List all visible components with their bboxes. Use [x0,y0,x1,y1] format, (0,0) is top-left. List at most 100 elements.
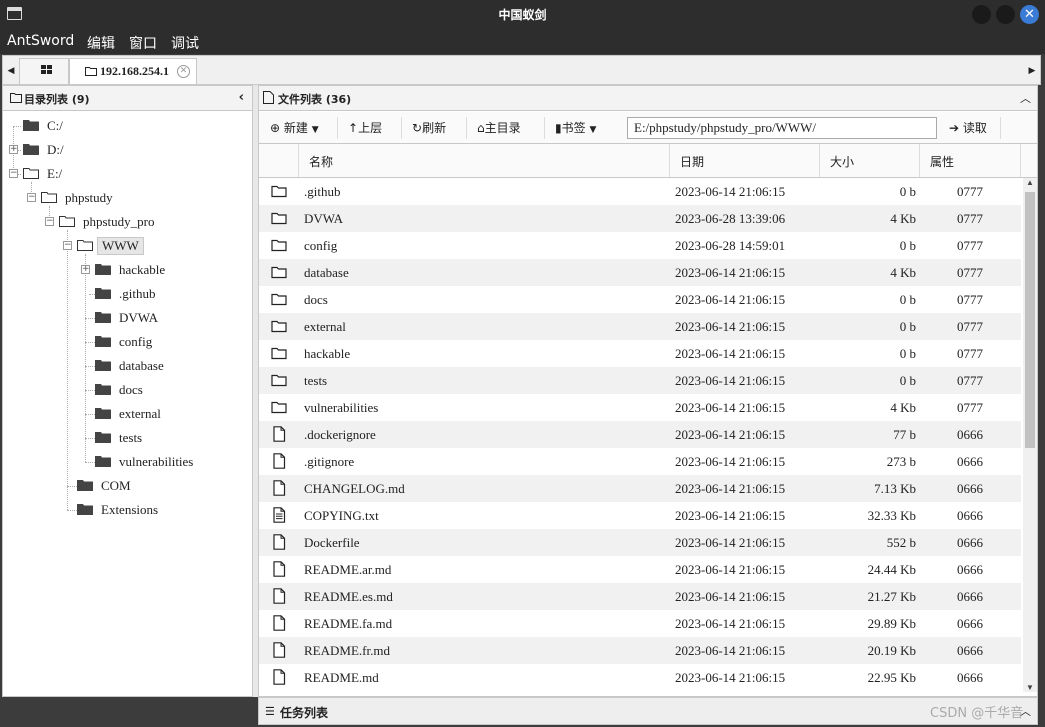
file-name: README.fr.md [304,643,390,658]
column-header-date[interactable]: 日期 [670,144,820,177]
file-icon [273,642,286,658]
table-row[interactable]: README.md 2023-06-14 21:06:15 22.95 Kb 0666 [259,664,1021,691]
tree-item-phpstudy[interactable]: − phpstudy [3,188,252,208]
new-button-label: 新建 [283,121,308,135]
tree-item-vulnerabilities[interactable]: vulnerabilities [3,452,252,472]
maximize-button[interactable] [996,5,1015,24]
tree-item-hackable[interactable]: + hackable [3,260,252,280]
grid-icon [41,65,53,76]
scroll-up-icon[interactable]: ▲ [1026,178,1034,187]
read-button[interactable]: ➔ 读取 [949,119,987,136]
collapse-icon[interactable]: − [45,217,54,226]
collapse-icon[interactable]: − [9,169,18,178]
tab-home[interactable] [19,58,69,84]
tree-item-d[interactable]: + D:/ [3,140,252,160]
tree-item-label: COM [101,478,131,493]
collapse-icon[interactable]: − [63,241,72,250]
tab-scroll-left-button[interactable]: ◀ [3,56,19,84]
refresh-button[interactable]: ↻刷新 [412,119,446,136]
tree-item-phpstudy-pro[interactable]: − phpstudy_pro [3,212,252,232]
tree-item-external[interactable]: external [3,404,252,424]
home-button-label: 主目录 [484,121,521,135]
collapse-icon[interactable]: − [27,193,36,202]
file-name: .github [304,184,341,199]
table-row[interactable]: README.fa.md 2023-06-14 21:06:15 29.89 Kb 0… [259,610,1021,637]
file-size: 7.13 Kb [874,481,916,496]
file-icon [273,615,286,631]
scroll-down-icon[interactable]: ▼ [1026,683,1034,692]
tree-item-www[interactable]: − WWW [3,236,252,256]
tab-scroll-right-button[interactable]: ▶ [1024,56,1040,84]
table-row[interactable]: docs 2023-06-14 21:06:15 0 b 0777 [259,286,1021,313]
folder-icon [95,432,111,443]
tree-item-label-selected: WWW [97,237,144,255]
new-button[interactable]: ⊕ 新建 ▼ [270,119,319,136]
table-row[interactable]: vulnerabilities 2023-06-14 21:06:15 4 Kb 07… [259,394,1021,421]
table-row[interactable]: database 2023-06-14 21:06:15 4 Kb 0777 [259,259,1021,286]
tree-item-database[interactable]: database [3,356,252,376]
table-row[interactable]: config 2023-06-28 14:59:01 0 b 0777 [259,232,1021,259]
table-row[interactable]: .github 2023-06-14 21:06:15 0 b 0777 [259,178,1021,205]
tree-item-e[interactable]: − E:/ [3,164,252,184]
file-icon [263,91,274,104]
directory-panel-header: 目录列表 (9) ‹ [3,86,252,111]
tree-item-docs[interactable]: docs [3,380,252,400]
table-row[interactable]: external 2023-06-14 21:06:15 0 b 0777 [259,313,1021,340]
file-attr: 0777 [957,238,983,253]
file-attr: 0777 [957,265,983,280]
close-button[interactable]: ✕ [1020,5,1039,24]
menu-debug[interactable]: 调试 [171,33,199,53]
minimize-button[interactable] [972,5,991,24]
home-button[interactable]: ⌂主目录 [477,119,521,136]
scrollbar-thumb[interactable] [1025,192,1035,448]
up-button[interactable]: ↑上层 [348,119,382,136]
bookmark-button[interactable]: ▮书签 ▼ [555,119,596,136]
tab-shell[interactable]: 192.168.254.1 ✕ [69,58,197,84]
table-row[interactable]: tests 2023-06-14 21:06:15 0 b 0777 [259,367,1021,394]
column-header-attr[interactable]: 属性 [920,144,1021,177]
tab-close-icon[interactable]: ✕ [177,65,190,78]
tree-item-github[interactable]: .github [3,284,252,304]
tab-bar: ◀ 192.168.254.1 ✕ ▶ [2,55,1041,85]
menu-antsword[interactable]: AntSword [7,33,74,49]
file-attr: 0777 [957,184,983,199]
tree-item-config[interactable]: config [3,332,252,352]
table-row[interactable]: .gitignore 2023-06-14 21:06:15 273 b 0666 [259,448,1021,475]
file-date: 2023-06-14 21:06:15 [675,319,786,334]
table-row[interactable]: COPYING.txt 2023-06-14 21:06:15 32.33 Kb 06… [259,502,1021,529]
table-row[interactable]: .dockerignore 2023-06-14 21:06:15 77 b 0666 [259,421,1021,448]
table-row[interactable]: README.ar.md 2023-06-14 21:06:15 24.44 Kb 0… [259,556,1021,583]
tree-item-c[interactable]: C:/ [3,116,252,136]
collapse-left-icon[interactable]: ‹ [239,90,244,105]
column-header-size[interactable]: 大小 [820,144,920,177]
menu-window[interactable]: 窗口 [129,33,157,53]
expand-icon[interactable]: + [9,145,18,154]
tree-item-dvwa[interactable]: DVWA [3,308,252,328]
file-size: 20.19 Kb [867,643,916,658]
file-table-scrollbar[interactable]: ▲ ▼ [1023,178,1037,692]
collapse-up-icon[interactable]: ︿ [1020,90,1031,106]
folder-open-icon [77,240,93,251]
menu-edit[interactable]: 编辑 [87,33,115,53]
file-attr: 0666 [957,427,983,442]
tree-item-extensions[interactable]: Extensions [3,500,252,520]
column-header-name[interactable]: 名称 [299,144,670,177]
table-row[interactable]: Dockerfile 2023-06-14 21:06:15 552 b 0666 [259,529,1021,556]
file-date: 2023-06-14 21:06:15 [675,643,786,658]
folder-icon [10,93,22,103]
folder-icon [95,456,111,467]
file-size: 22.95 Kb [867,670,916,685]
tree-item-label: database [119,358,164,373]
table-row[interactable]: CHANGELOG.md 2023-06-14 21:06:15 7.13 Kb 06… [259,475,1021,502]
folder-icon [95,288,111,299]
table-row[interactable]: README.fr.md 2023-06-14 21:06:15 20.19 Kb 0… [259,637,1021,664]
expand-icon[interactable]: + [81,265,90,274]
tree-item-com[interactable]: COM [3,476,252,496]
refresh-icon: ↻ [412,121,423,135]
table-row[interactable]: hackable 2023-06-14 21:06:15 0 b 0777 [259,340,1021,367]
table-row[interactable]: DVWA 2023-06-28 13:39:06 4 Kb 0777 [259,205,1021,232]
tree-item-tests[interactable]: tests [3,428,252,448]
path-input[interactable]: E:/phpstudy/phpstudy_pro/WWW/ [627,117,937,139]
folder-outline-icon [271,185,287,198]
table-row[interactable]: README.es.md 2023-06-14 21:06:15 21.27 Kb 0… [259,583,1021,610]
